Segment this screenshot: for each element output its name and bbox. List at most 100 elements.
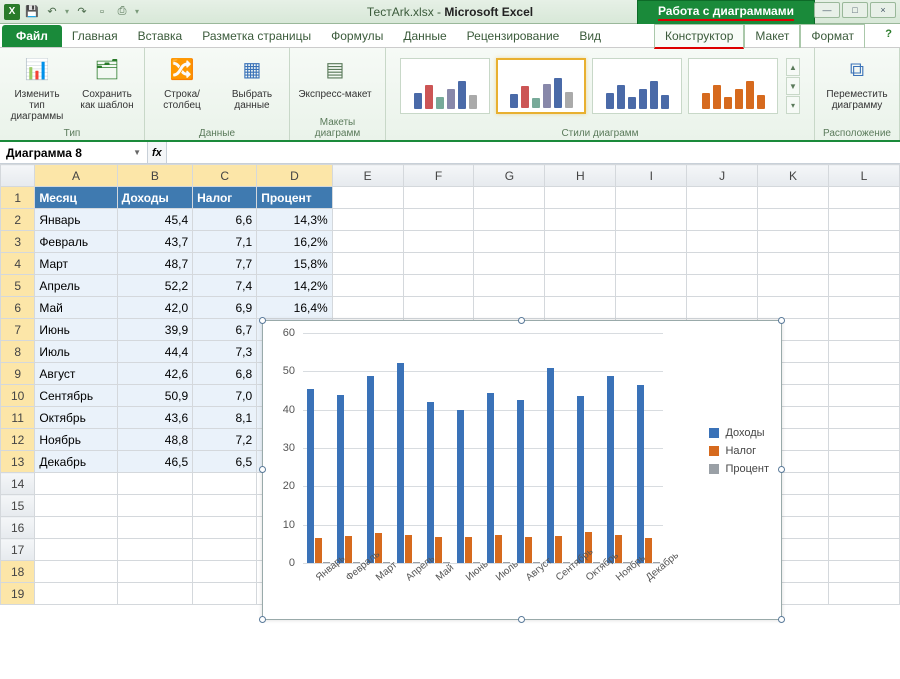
- table-cell[interactable]: 52,2: [117, 275, 192, 297]
- new-icon[interactable]: ▫: [94, 4, 110, 20]
- maximize-button[interactable]: □: [842, 2, 868, 18]
- cell[interactable]: [35, 495, 117, 517]
- cell[interactable]: [332, 187, 403, 209]
- cell[interactable]: [616, 231, 687, 253]
- cell[interactable]: [829, 253, 900, 275]
- col-header-J[interactable]: J: [687, 165, 758, 187]
- cell[interactable]: [829, 407, 900, 429]
- table-cell[interactable]: 7,0: [193, 385, 257, 407]
- bar-Доходы[interactable]: [607, 376, 614, 563]
- bar-Налог[interactable]: [525, 537, 532, 563]
- cell[interactable]: [193, 473, 257, 495]
- name-box-dropdown-icon[interactable]: ▼: [133, 148, 141, 157]
- table-cell[interactable]: Август: [35, 363, 117, 385]
- table-cell[interactable]: 7,1: [193, 231, 257, 253]
- table-cell[interactable]: 48,8: [117, 429, 192, 451]
- bar-Доходы[interactable]: [397, 363, 404, 563]
- chart-style-3[interactable]: [592, 58, 682, 114]
- table-cell[interactable]: 43,6: [117, 407, 192, 429]
- cell[interactable]: [545, 275, 616, 297]
- name-box[interactable]: Диаграмма 8 ▼: [0, 142, 148, 163]
- cell[interactable]: [829, 429, 900, 451]
- cell[interactable]: [687, 275, 758, 297]
- table-cell[interactable]: 8,1: [193, 407, 257, 429]
- tab-format[interactable]: Формат: [800, 24, 865, 48]
- cell[interactable]: [616, 253, 687, 275]
- bar-Доходы[interactable]: [307, 389, 314, 563]
- table-cell[interactable]: 50,9: [117, 385, 192, 407]
- table-cell[interactable]: 44,4: [117, 341, 192, 363]
- fx-icon[interactable]: fx: [152, 147, 162, 159]
- cell[interactable]: [829, 561, 900, 583]
- row-header-19[interactable]: 19: [1, 583, 35, 605]
- cell[interactable]: [829, 297, 900, 319]
- cell[interactable]: [332, 253, 403, 275]
- cell[interactable]: [829, 451, 900, 473]
- cell[interactable]: [758, 297, 829, 319]
- cell[interactable]: [545, 297, 616, 319]
- cell[interactable]: [829, 473, 900, 495]
- cell[interactable]: [193, 539, 257, 561]
- bar-Доходы[interactable]: [337, 395, 344, 563]
- cell[interactable]: [829, 495, 900, 517]
- cell[interactable]: [117, 539, 192, 561]
- cell[interactable]: [545, 209, 616, 231]
- switch-row-column-button[interactable]: 🔀 Строка/столбец: [151, 52, 213, 127]
- cell[interactable]: [117, 561, 192, 583]
- col-header-C[interactable]: C: [193, 165, 257, 187]
- col-header-F[interactable]: F: [403, 165, 474, 187]
- cell[interactable]: [616, 275, 687, 297]
- cell[interactable]: [35, 517, 117, 539]
- col-header-L[interactable]: L: [829, 165, 900, 187]
- table-cell[interactable]: Январь: [35, 209, 117, 231]
- table-cell[interactable]: 14,3%: [257, 209, 332, 231]
- select-all[interactable]: [1, 165, 35, 187]
- table-cell[interactable]: 6,5: [193, 451, 257, 473]
- cell[interactable]: [332, 209, 403, 231]
- save-icon[interactable]: 💾: [24, 4, 40, 20]
- cell[interactable]: [829, 385, 900, 407]
- cell[interactable]: [193, 561, 257, 583]
- table-cell[interactable]: 39,9: [117, 319, 192, 341]
- row-header-10[interactable]: 10: [1, 385, 35, 407]
- table-cell[interactable]: Июнь: [35, 319, 117, 341]
- quick-layout-button[interactable]: ▤ Экспресс-макет: [296, 52, 374, 116]
- bar-Налог[interactable]: [495, 535, 502, 563]
- cell[interactable]: [829, 209, 900, 231]
- tab-home[interactable]: Главная: [62, 25, 128, 47]
- bar-Доходы[interactable]: [427, 402, 434, 563]
- cell[interactable]: [758, 209, 829, 231]
- col-header-B[interactable]: B: [117, 165, 192, 187]
- cell[interactable]: [829, 363, 900, 385]
- cell[interactable]: [474, 231, 545, 253]
- cell[interactable]: [474, 209, 545, 231]
- cell[interactable]: [474, 275, 545, 297]
- cell[interactable]: [829, 583, 900, 605]
- bar-Доходы[interactable]: [517, 400, 524, 563]
- cell[interactable]: [332, 231, 403, 253]
- tab-review[interactable]: Рецензирование: [457, 25, 570, 47]
- cell[interactable]: [35, 473, 117, 495]
- chart-style-2[interactable]: [496, 58, 586, 114]
- table-cell[interactable]: 6,7: [193, 319, 257, 341]
- cell[interactable]: [687, 253, 758, 275]
- table-header-cell[interactable]: Месяц: [35, 187, 117, 209]
- cell[interactable]: [687, 187, 758, 209]
- embedded-chart[interactable]: 0102030405060 ЯнварьФевральМартАпрельМай…: [262, 320, 782, 620]
- cell[interactable]: [117, 495, 192, 517]
- cell[interactable]: [545, 253, 616, 275]
- change-chart-type-button[interactable]: 📊 Изменить тип диаграммы: [6, 52, 68, 127]
- cell[interactable]: [193, 495, 257, 517]
- bar-Доходы[interactable]: [577, 396, 584, 563]
- table-cell[interactable]: 7,2: [193, 429, 257, 451]
- minimize-button[interactable]: —: [814, 2, 840, 18]
- bar-Доходы[interactable]: [637, 385, 644, 563]
- table-cell[interactable]: Сентябрь: [35, 385, 117, 407]
- row-header-18[interactable]: 18: [1, 561, 35, 583]
- chart-plot-area[interactable]: [303, 333, 663, 563]
- col-header-I[interactable]: I: [616, 165, 687, 187]
- row-header-11[interactable]: 11: [1, 407, 35, 429]
- bar-Доходы[interactable]: [487, 393, 494, 563]
- table-cell[interactable]: 16,4%: [257, 297, 332, 319]
- table-cell[interactable]: Ноябрь: [35, 429, 117, 451]
